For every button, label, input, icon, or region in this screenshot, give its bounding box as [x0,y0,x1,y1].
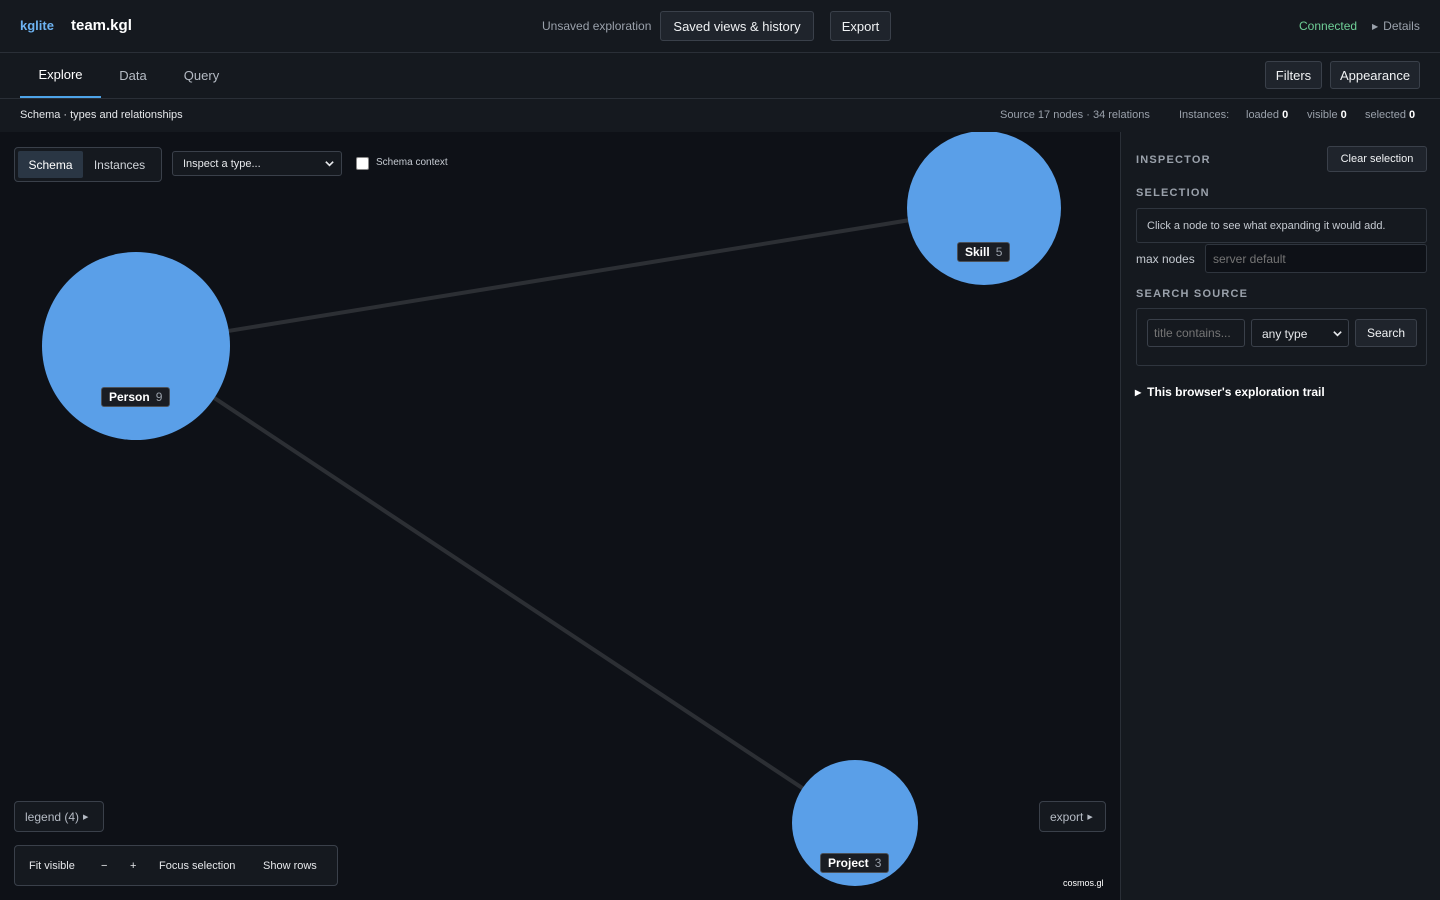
selected-label: selected [1365,109,1406,121]
exploration-trail-label: This browser's exploration trail [1147,385,1325,399]
view-toolbar: Fit visible − + Focus selection Show row… [14,845,338,886]
app-brand[interactable]: kglite [20,18,54,33]
visible-value: 0 [1340,109,1347,121]
node-name: Skill [965,245,990,259]
legend-label: legend (4) [25,809,80,824]
export-button[interactable]: Export [830,11,891,41]
source-stats: Source 17 nodes · 34 relations [1000,109,1150,121]
top-bar: kglite team.kgl Unsaved exploration Save… [0,0,1440,53]
node-count: 3 [874,856,882,870]
fit-visible-button[interactable]: Fit visible [29,846,75,885]
search-source-title: SEARCH SOURCE [1136,288,1249,300]
node-count: 5 [995,245,1003,259]
attribution: cosmos.gl [1063,878,1104,888]
loaded-count: loaded 0 [1246,109,1288,121]
caret-right-icon: ▶ [1087,813,1093,821]
max-nodes-label: max nodes [1136,252,1195,266]
inspector-title: INSPECTOR [1136,154,1211,166]
mode-instances-button[interactable]: Instances [83,151,156,178]
loaded-label: loaded [1246,109,1280,121]
edge-person-project [134,344,857,825]
clear-selection-button[interactable]: Clear selection [1327,146,1427,172]
node-label-skill[interactable]: Skill 5 [957,242,1011,262]
graph-svg[interactable] [0,132,1120,900]
title-contains-input[interactable] [1147,319,1245,347]
node-name: Project [828,856,869,870]
unsaved-status: Unsaved exploration [542,19,652,33]
focus-selection-button[interactable]: Focus selection [159,846,235,885]
type-select[interactable]: any type [1251,319,1349,347]
instances-label: Instances: [1179,109,1230,121]
mode-toggle: Schema Instances [14,147,162,182]
schema-context-label: Schema context [376,157,448,168]
file-name: team.kgl [71,17,132,34]
selection-hint: Click a node to see what expanding it wo… [1136,208,1427,243]
zoom-in-button[interactable]: + [130,846,136,885]
search-source-box: any type Search [1136,308,1427,366]
appearance-button[interactable]: Appearance [1330,61,1420,89]
node-label-project[interactable]: Project 3 [820,853,890,873]
selection-title: SELECTION [1136,187,1210,199]
node-label-person[interactable]: Person 9 [101,387,171,407]
exploration-trail-toggle[interactable]: ▶ This browser's exploration trail [1135,385,1325,399]
saved-views-button[interactable]: Saved views & history [660,11,814,41]
canvas-export-label: export [1050,809,1084,824]
schema-context-checkbox[interactable] [356,157,369,170]
selected-value: 0 [1409,109,1416,121]
loaded-value: 0 [1282,109,1289,121]
search-button[interactable]: Search [1355,319,1417,347]
node-count: 9 [155,390,163,404]
inspect-type-select[interactable]: Inspect a type... [172,151,342,176]
zoom-out-button[interactable]: − [101,846,107,885]
edge-person-skill [135,206,985,348]
node-skill[interactable] [907,132,1061,285]
graph-canvas[interactable]: Person 9 Skill 5 Project 3 Schema Instances… [0,132,1120,900]
canvas-export-toggle[interactable]: export ▶ [1039,801,1106,832]
connection-status: Connected [1299,19,1358,33]
details-toggle[interactable]: ▶ Details [1372,19,1420,33]
node-name: Person [109,390,150,404]
tab-bar: Explore Data Query Filters Appearance [0,53,1440,99]
node-person[interactable] [42,252,230,440]
status-bar: Schema · types and relationships Source … [0,99,1440,132]
selected-count: selected 0 [1365,109,1415,121]
tab-query[interactable]: Query [178,53,225,98]
details-label: Details [1383,19,1420,33]
max-nodes-input[interactable] [1205,244,1427,273]
inspector-panel: INSPECTOR Clear selection SELECTION Clic… [1120,132,1440,900]
tab-data[interactable]: Data [113,53,153,98]
caret-right-icon: ▶ [83,813,89,821]
caret-right-icon: ▶ [1135,388,1142,397]
visible-label: visible [1307,109,1338,121]
mode-schema-button[interactable]: Schema [18,151,83,178]
chevron-down-icon [1333,331,1342,337]
visible-count: visible 0 [1307,109,1347,121]
type-select-value: any type [1262,327,1308,341]
chevron-down-icon [325,161,334,167]
filters-button[interactable]: Filters [1265,61,1322,89]
legend-toggle[interactable]: legend (4) ▶ [14,801,104,832]
show-rows-button[interactable]: Show rows [263,846,317,885]
tab-explore[interactable]: Explore [20,53,101,98]
caret-right-icon: ▶ [1372,22,1379,31]
breadcrumb: Schema · types and relationships [20,109,183,121]
inspect-type-value: Inspect a type... [183,157,261,170]
